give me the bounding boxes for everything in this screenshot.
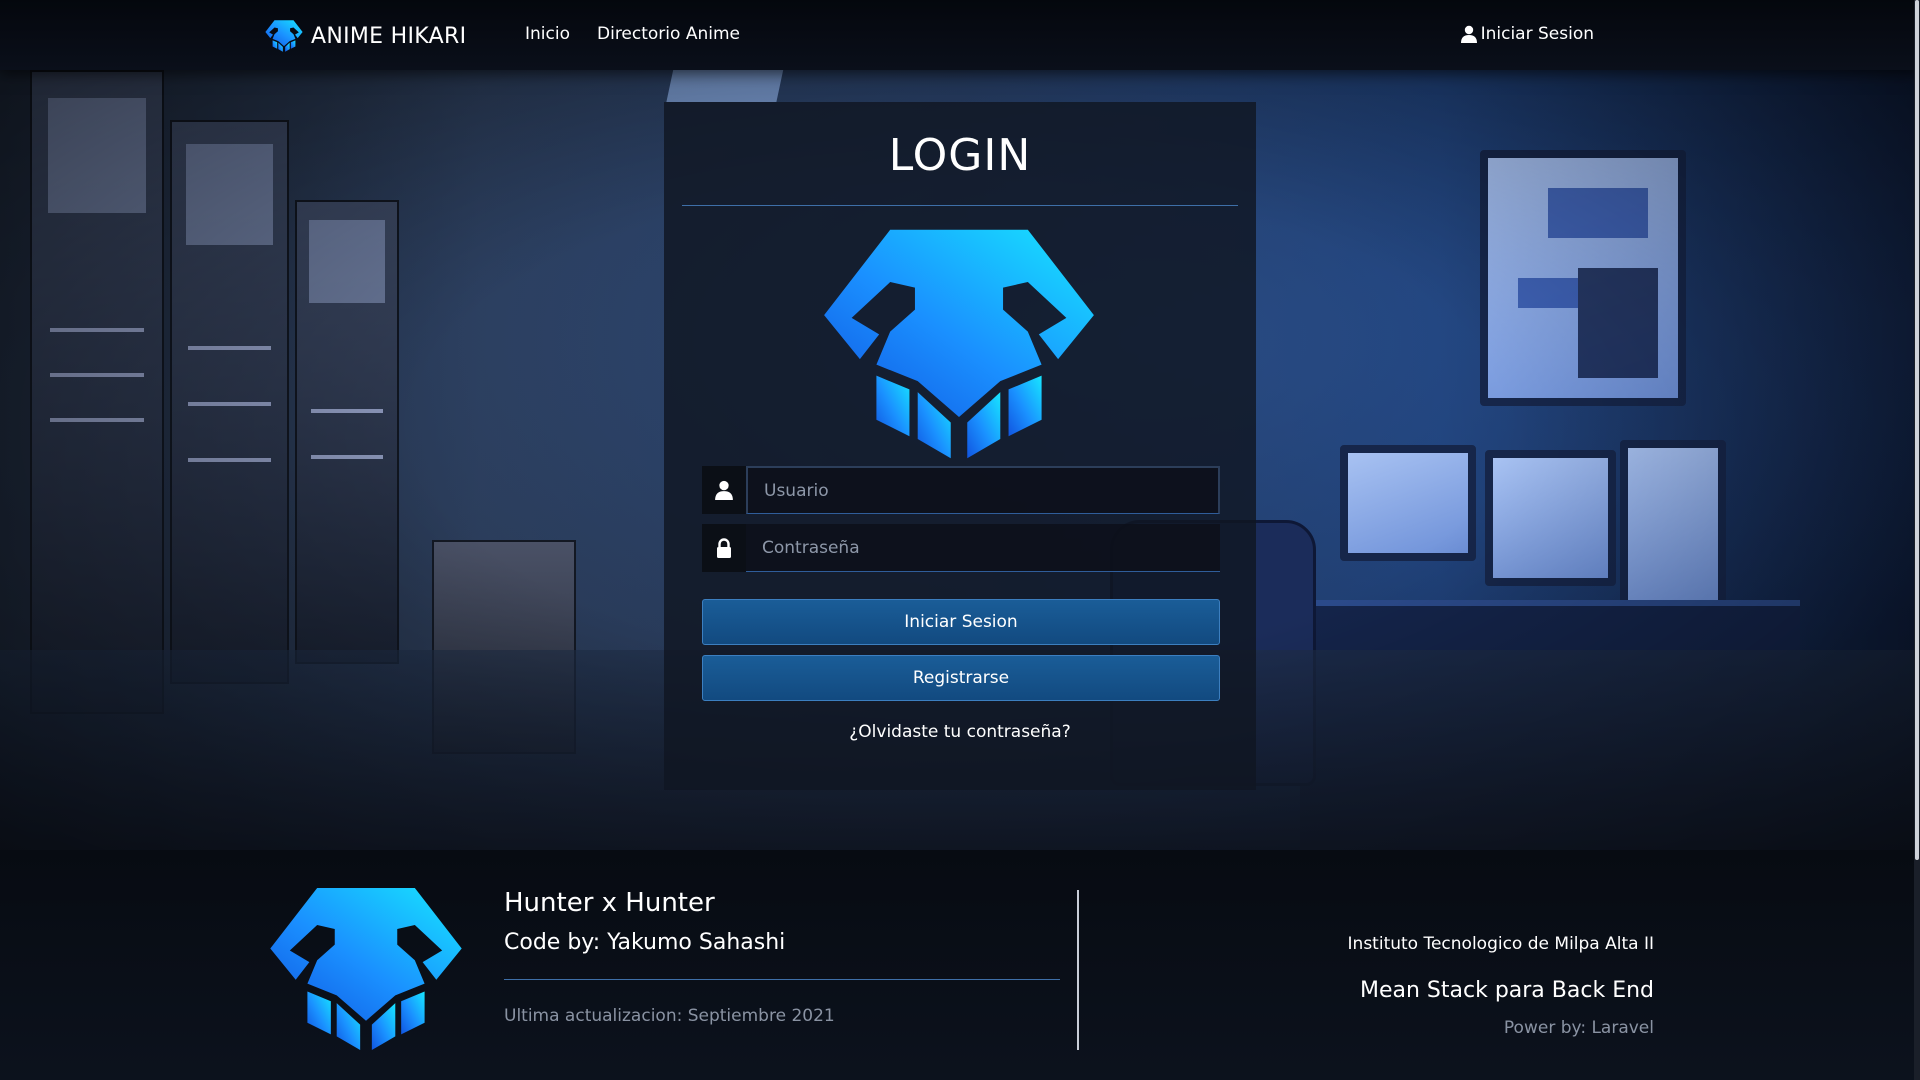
user-icon: [715, 480, 733, 500]
brand[interactable]: ANIME HIKARI: [265, 16, 466, 56]
username-input[interactable]: [746, 466, 1220, 514]
password-addon: [702, 524, 746, 572]
skull-logo-icon: [265, 16, 303, 56]
register-button[interactable]: Registrarse: [702, 655, 1220, 701]
footer-stack: Mean Stack para Back End: [1359, 978, 1654, 1003]
brand-name: ANIME HIKARI: [311, 23, 467, 49]
footer: Hunter x Hunter Code by: Yakumo Sahashi …: [0, 850, 1920, 1080]
nav-link-inicio[interactable]: Inicio: [525, 24, 570, 44]
footer-divider: [504, 979, 1060, 980]
skull-logo-icon: [820, 227, 1098, 461]
skull-logo-icon: [268, 886, 464, 1052]
page-scrollbar[interactable]: [1914, 0, 1920, 1080]
nav-login-link[interactable]: Iniciar Sesion: [1460, 24, 1594, 44]
password-input[interactable]: [746, 524, 1220, 572]
login-title: LOGIN: [888, 130, 1032, 181]
footer-vertical-divider: [1077, 890, 1079, 1050]
nav-login-label: Iniciar Sesion: [1480, 24, 1594, 44]
user-icon: [1460, 25, 1477, 43]
lock-icon: [717, 538, 731, 558]
footer-powered-by: Power by: Laravel: [1503, 1018, 1654, 1038]
footer-author: Code by: Yakumo Sahashi: [504, 930, 786, 955]
footer-institution: Instituto Tecnologico de Milpa Alta II: [1347, 934, 1654, 954]
login-submit-button[interactable]: Iniciar Sesion: [702, 599, 1220, 645]
password-field: [702, 524, 1220, 572]
navbar: ANIME HIKARI Inicio Directorio Anime Ini…: [0, 0, 1920, 70]
username-addon: [702, 466, 746, 514]
footer-title: Hunter x Hunter: [504, 888, 715, 918]
forgot-password-link[interactable]: ¿Olvidaste tu contraseña?: [664, 722, 1256, 742]
footer-updated: Ultima actualizacion: Septiembre 2021: [504, 1006, 835, 1026]
title-divider: [682, 205, 1238, 206]
scrollbar-thumb[interactable]: [1915, 0, 1919, 860]
nav-link-directorio-anime[interactable]: Directorio Anime: [597, 24, 740, 44]
username-field: [702, 466, 1220, 514]
login-card: LOGIN Iniciar Sesion Registrarse ¿Olvida…: [664, 102, 1256, 790]
